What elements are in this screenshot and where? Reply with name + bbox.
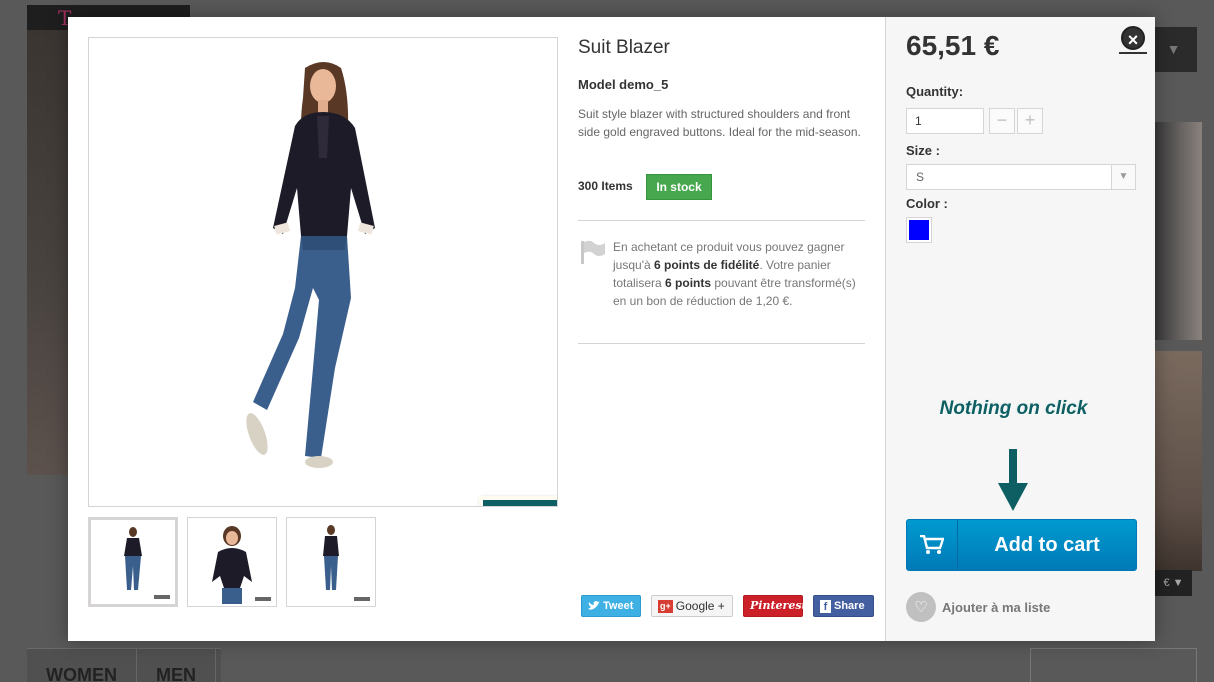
quantity-decrease-button[interactable]: − [989, 108, 1015, 134]
thumbnail-list [88, 517, 376, 607]
loyalty-points-highlight: 6 points de fidélité [654, 258, 760, 272]
facebook-share-label: Share [834, 600, 865, 612]
close-underline [1119, 52, 1147, 54]
background-search-box [1030, 648, 1197, 682]
quick-view-modal: Suit Blazer Model demo_5 Suit style blaz… [68, 17, 1155, 641]
google-plus-label: Google + [675, 599, 725, 613]
loyalty-points-highlight: 6 points [665, 276, 712, 290]
product-description: Suit style blazer with structured should… [578, 107, 861, 139]
color-swatch-fill [909, 220, 929, 240]
social-share-bar: Tweet g+ Google + Pinterest f Share [581, 595, 874, 617]
stock-quantity: 300 Items [578, 179, 633, 193]
flag-icon [581, 240, 605, 264]
size-select-value: S [916, 170, 925, 184]
wishlist-label: Ajouter à ma liste [942, 599, 1051, 615]
thumbnail-image [212, 526, 252, 604]
loyalty-points-text: En achetant ce produit vous pouvez gagne… [613, 238, 868, 310]
cart-icon [907, 520, 958, 570]
nav-item-women: WOMEN [27, 649, 137, 682]
thumbnail-2[interactable] [187, 517, 277, 607]
add-to-cart-button[interactable]: Add to cart [906, 519, 1137, 571]
thumbnail-image [323, 525, 339, 590]
thumbnail-image [124, 527, 142, 590]
zoom-overlay-label [479, 496, 557, 506]
google-plus-icon: g+ [658, 599, 673, 613]
quantity-input[interactable] [906, 108, 984, 134]
nav-item-men: MEN [137, 649, 216, 682]
background-banner [27, 30, 72, 475]
facebook-share-button[interactable]: f Share [813, 595, 874, 617]
background-price-tag: € ▼ [1155, 570, 1192, 596]
size-select[interactable]: S ▼ [906, 164, 1136, 190]
background-product-image [1155, 351, 1202, 571]
quantity-label: Quantity: [906, 84, 964, 99]
buy-box: 65,51 € Quantity: − + Size : S ▼ Color :… [885, 17, 1155, 641]
thumbnail-badge [154, 595, 170, 599]
main-navigation: WOMEN MEN [27, 648, 221, 682]
google-plus-button[interactable]: g+ Google + [651, 595, 733, 617]
background-product-image [1155, 122, 1202, 340]
product-title: Suit Blazer [578, 37, 670, 58]
thumbnail-1[interactable] [88, 517, 178, 607]
annotation-text: Nothing on click [939, 398, 1088, 419]
twitter-icon [588, 601, 600, 610]
color-swatch-blue[interactable] [906, 217, 932, 243]
chevron-down-icon: ▼ [1111, 165, 1135, 189]
heart-icon: ♡ [906, 592, 936, 622]
thumbnail-3[interactable] [286, 517, 376, 607]
arrow-down-icon [998, 449, 1028, 511]
stock-badge: In stock [646, 174, 712, 200]
thumbnail-badge [354, 597, 370, 601]
facebook-icon: f [820, 599, 831, 613]
model-photo [246, 62, 375, 468]
product-main-image[interactable] [88, 37, 558, 507]
pinterest-label: Pinterest [750, 599, 807, 612]
tweet-button[interactable]: Tweet [581, 595, 641, 617]
size-label: Size : [906, 143, 940, 158]
add-to-cart-label: Add to cart [994, 534, 1100, 556]
product-price: 65,51 € [906, 30, 1000, 61]
quantity-increase-button[interactable]: + [1017, 108, 1043, 134]
divider [578, 220, 865, 221]
chevron-down-icon: ▼ [1150, 27, 1197, 72]
product-model: Model demo_5 [578, 77, 669, 92]
add-to-wishlist-link[interactable]: ♡ Ajouter à ma liste [906, 592, 1050, 622]
pinterest-button[interactable]: Pinterest [743, 595, 807, 617]
color-label: Color : [906, 196, 948, 211]
divider [578, 343, 865, 344]
close-icon[interactable]: × [1121, 26, 1145, 50]
tweet-label: Tweet [603, 600, 634, 612]
thumbnail-badge [255, 597, 271, 601]
